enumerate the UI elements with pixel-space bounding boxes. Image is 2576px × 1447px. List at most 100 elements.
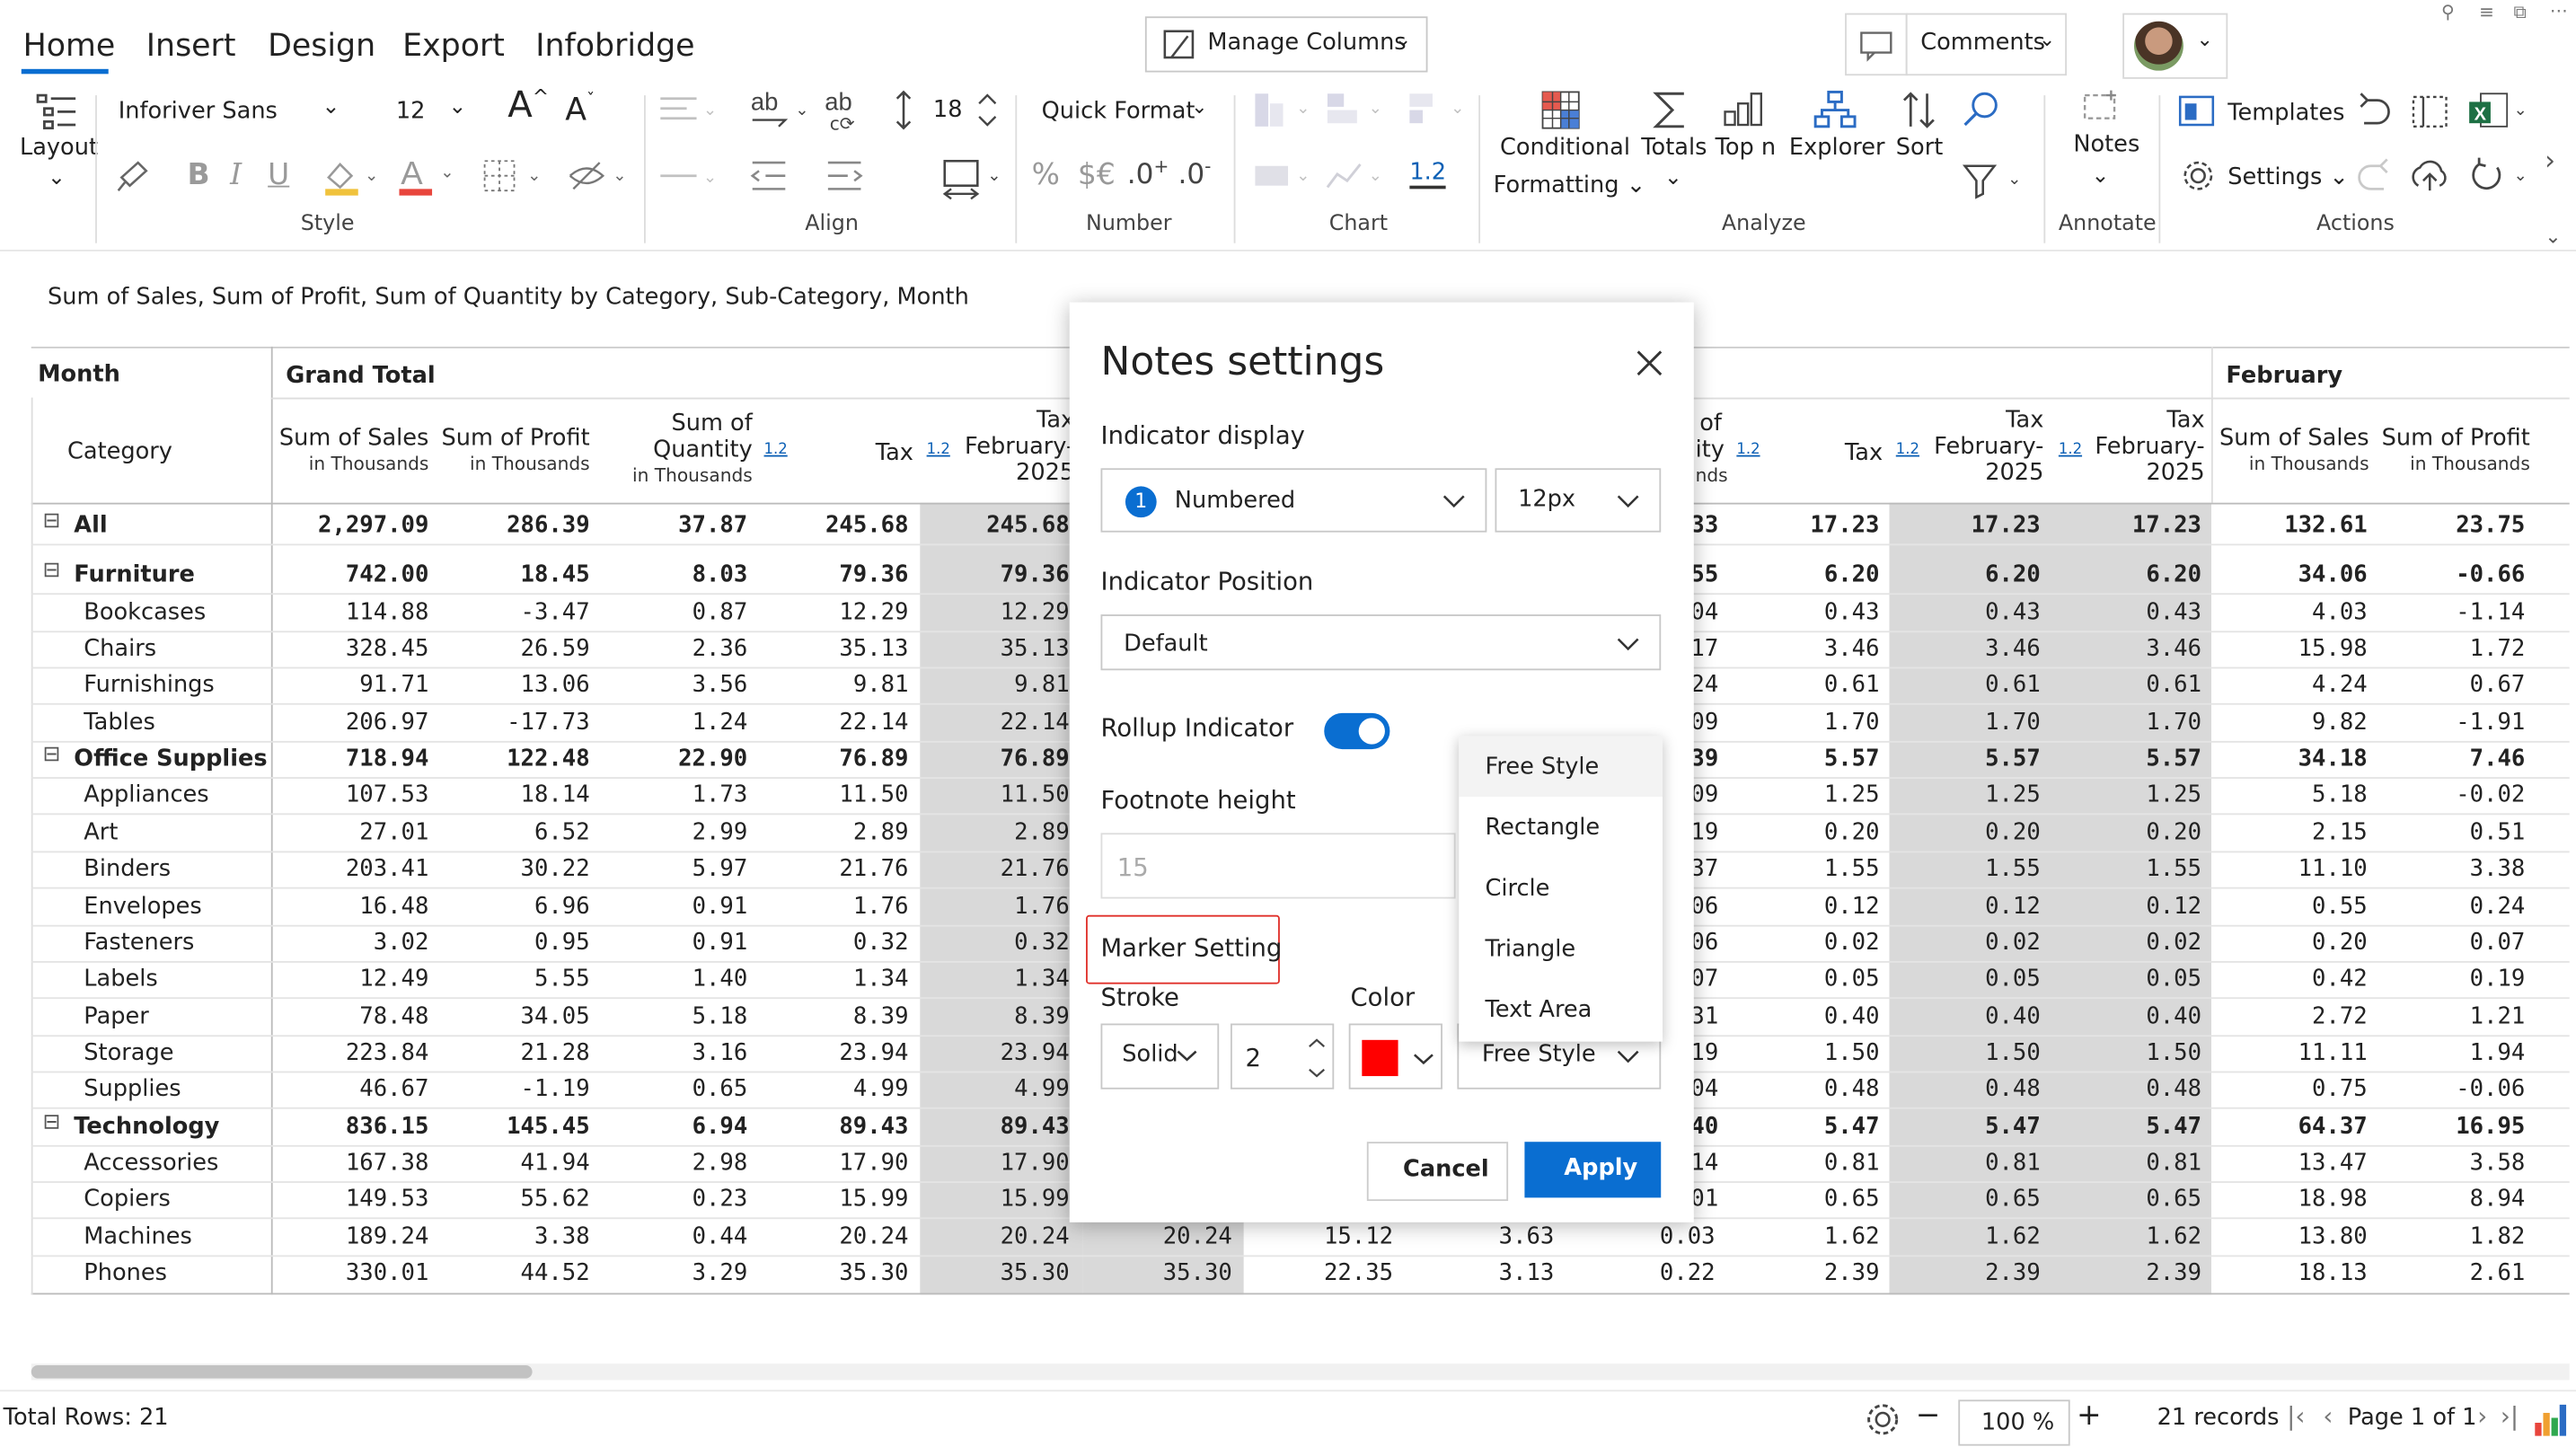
sort-button[interactable]: Sort <box>1896 135 1944 161</box>
format-painter-icon[interactable] <box>115 158 151 194</box>
increase-indent-icon[interactable] <box>825 158 864 194</box>
menu-item-text-area[interactable]: Text Area <box>1486 997 1592 1023</box>
freeze-panes-icon[interactable] <box>2410 93 2453 129</box>
vertical-align-icon[interactable]: ⌄ <box>657 161 723 194</box>
excel-export-icon[interactable]: X ⌄ <box>2467 92 2527 131</box>
last-page-icon[interactable]: ›| <box>2501 1401 2519 1431</box>
column-width-icon[interactable]: ⌄ <box>941 156 1007 200</box>
more-options-icon[interactable]: ⋯ <box>2550 0 2568 22</box>
tab-design[interactable]: Design <box>268 28 375 64</box>
conditional-formatting-button[interactable]: Conditional <box>1500 135 1630 161</box>
underline-icon[interactable]: U <box>268 158 289 192</box>
menu-item-triangle[interactable]: Triangle <box>1486 937 1576 963</box>
refresh-icon[interactable]: ⌄ <box>2469 157 2528 194</box>
rollup-indicator-toggle[interactable] <box>1324 712 1390 750</box>
zoom-out-button[interactable]: − <box>1916 1398 1941 1433</box>
apply-button[interactable]: Apply <box>1524 1142 1662 1198</box>
indicator-display-select[interactable]: 1 Numbered <box>1100 468 1487 533</box>
scrollbar-thumb[interactable] <box>31 1364 533 1379</box>
currency-icon[interactable]: $€ <box>1078 158 1116 192</box>
font-size-select[interactable]: 12 ⌄ <box>383 89 484 135</box>
explorer-button[interactable]: Explorer <box>1789 135 1885 161</box>
data-label-icon[interactable]: 1.2 <box>1409 159 1447 190</box>
topn-button[interactable]: Top n <box>1716 135 1777 161</box>
bold-icon[interactable]: B <box>188 158 210 192</box>
collapse-toggle-icon[interactable]: ⊟ <box>43 743 61 767</box>
collapse-toggle-icon[interactable]: ⊟ <box>43 1110 61 1134</box>
pin-icon[interactable]: ⚲ <box>2441 2 2455 23</box>
redo-icon[interactable] <box>2354 158 2394 195</box>
cancel-button[interactable]: Cancel <box>1366 1142 1509 1202</box>
tax-feb-column-header[interactable]: Tax February- 2025 <box>1916 408 2043 487</box>
stroke-width-stepper[interactable] <box>1308 1038 1326 1078</box>
combo-chart-icon[interactable]: ⌄ <box>1407 91 1472 130</box>
decrease-indent-icon[interactable] <box>749 158 789 194</box>
menu-item-rectangle[interactable]: Rectangle <box>1486 815 1601 841</box>
stroke-width-input[interactable]: 2 <box>1230 1023 1335 1090</box>
menu-item-free-style[interactable]: Free Style <box>1486 754 1600 781</box>
indicator-size-select[interactable]: 12px <box>1495 468 1662 533</box>
add-comment-button[interactable] <box>1845 13 1908 76</box>
gear-icon[interactable] <box>1865 1401 1901 1437</box>
ribbon-scroll-right-icon[interactable]: › <box>2545 145 2555 176</box>
publish-icon[interactable] <box>2408 158 2451 194</box>
bullet-chart-icon[interactable]: ⌄ <box>1252 158 1318 198</box>
decrease-decimal-icon[interactable]: .0- <box>1178 156 1211 192</box>
increase-decimal-icon[interactable]: .0+ <box>1127 156 1169 192</box>
percent-icon[interactable]: % <box>1032 158 1060 192</box>
overflow-text-icon[interactable]: abc⟳ <box>823 88 869 135</box>
marker-color-picker[interactable] <box>1348 1023 1442 1090</box>
footnote-height-input[interactable]: 15 <box>1100 833 1456 899</box>
bar-chart-icon[interactable]: ⌄ <box>1252 91 1318 130</box>
profit-column-header[interactable]: Sum of Profit in Thousands <box>437 426 589 479</box>
quick-format-select[interactable]: Quick Format ⌄ <box>1028 89 1219 135</box>
filter-icon[interactable]: ⌄ <box>1962 161 2031 200</box>
user-menu-button[interactable]: ⌄ <box>2122 13 2228 79</box>
comments-button[interactable]: Comments ⌄ <box>1905 13 2068 76</box>
sales-column-header[interactable]: Sum of Sales in Thousands <box>2218 426 2369 479</box>
hide-icon[interactable]: ⌄ <box>567 158 632 194</box>
font-family-select[interactable]: Inforiver Sans ⌄ <box>101 89 361 135</box>
totals-button[interactable]: Totals <box>1641 135 1707 161</box>
filter-icon[interactable]: ≡ <box>2479 2 2494 23</box>
prev-page-icon[interactable]: ‹ <box>2323 1401 2333 1431</box>
zoom-input[interactable]: 100 % <box>1958 1399 2070 1446</box>
tax-feb-column-header[interactable]: Tax February- 2025 <box>947 408 1074 487</box>
search-icon[interactable] <box>1962 91 2001 130</box>
zoom-in-button[interactable]: + <box>2077 1398 2102 1433</box>
decrease-font-icon[interactable]: Aˇ <box>565 92 595 128</box>
increase-font-icon[interactable]: A^ <box>507 85 549 127</box>
close-icon[interactable] <box>1636 350 1663 376</box>
font-color-icon[interactable]: A ⌄ <box>396 154 455 198</box>
ribbon-collapse-icon[interactable]: ⌄ <box>2545 225 2561 249</box>
sales-column-header[interactable]: Sum of Sales in Thousands <box>276 426 429 479</box>
stroke-style-select[interactable]: Solid <box>1100 1023 1220 1090</box>
profit-column-header[interactable]: Sum of Profit in Thousands <box>2378 426 2530 479</box>
templates-button[interactable]: Templates <box>2228 101 2344 127</box>
row-height-stepper[interactable] <box>975 91 999 130</box>
tab-infobridge[interactable]: Infobridge <box>535 28 694 64</box>
quantity-column-header[interactable]: Sum of Quantity in Thousands <box>598 410 753 490</box>
indicator-position-select[interactable]: Default <box>1100 614 1662 671</box>
fill-color-icon[interactable]: ⌄ <box>322 158 382 198</box>
tab-export[interactable]: Export <box>402 28 505 64</box>
focus-mode-icon[interactable]: ⧉ <box>2514 2 2527 25</box>
borders-icon[interactable]: ⌄ <box>481 158 547 194</box>
tax-column-header[interactable]: Tax <box>772 440 913 466</box>
italic-icon[interactable]: I <box>230 158 242 192</box>
tax-column-header[interactable]: Tax <box>1742 440 1883 466</box>
tab-home[interactable]: Home <box>23 28 116 64</box>
undo-icon[interactable] <box>2354 93 2394 129</box>
sparkline-icon[interactable]: ⌄ <box>1324 158 1389 198</box>
column-chart-icon[interactable]: ⌄ <box>1324 91 1389 130</box>
collapse-toggle-icon[interactable]: ⊟ <box>43 560 61 584</box>
align-left-icon[interactable]: ⌄ <box>657 93 723 127</box>
settings-button[interactable]: Settings ⌄ <box>2228 164 2349 190</box>
menu-item-circle[interactable]: Circle <box>1486 876 1550 902</box>
tab-insert[interactable]: Insert <box>146 28 236 64</box>
next-page-icon[interactable]: › <box>2477 1401 2487 1431</box>
row-height-value[interactable]: 18 <box>933 97 963 123</box>
collapse-toggle-icon[interactable]: ⊟ <box>43 509 61 534</box>
tax-feb-column-header[interactable]: Tax February- 2025 <box>2077 408 2204 487</box>
wrap-text-icon[interactable]: ab ⌄ <box>749 88 818 132</box>
